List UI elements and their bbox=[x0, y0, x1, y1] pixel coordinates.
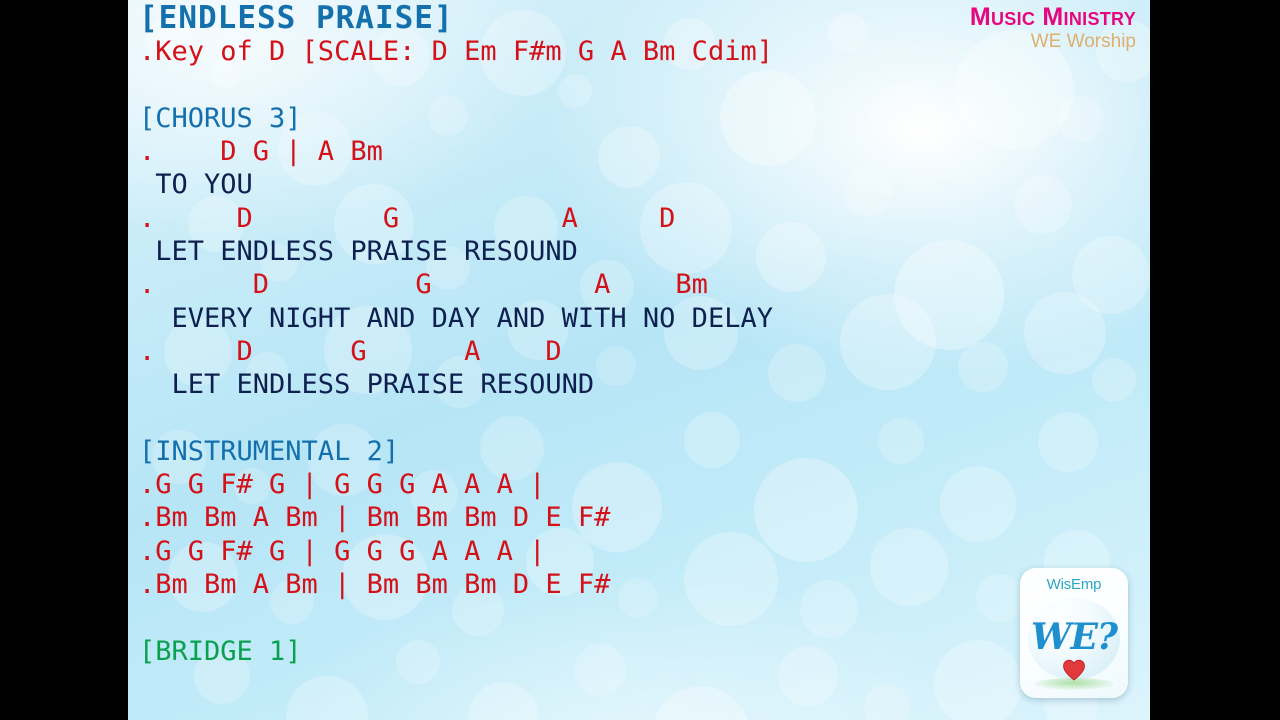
bokeh-circle bbox=[1038, 412, 1098, 472]
bokeh-circle bbox=[286, 676, 368, 720]
chord-line: .G G F# G | G G G A A A | bbox=[139, 535, 546, 567]
bokeh-circle bbox=[1092, 358, 1136, 402]
chord-line: .G G F# G | G G G A A A | bbox=[139, 469, 546, 501]
wisemp-logo: WisEmp WE? bbox=[1020, 568, 1128, 698]
chord-sheet: [ENDLESS PRAISE] .Key of D [SCALE: D Em F… bbox=[139, 0, 773, 668]
bokeh-circle bbox=[958, 342, 1008, 392]
bokeh-circle bbox=[940, 466, 1016, 542]
slide-canvas: Music Ministry WE Worship [ENDLESS PRAIS… bbox=[128, 0, 1150, 720]
bokeh-circle bbox=[800, 580, 858, 638]
bokeh-circle bbox=[1014, 176, 1072, 234]
bokeh-circle bbox=[468, 682, 538, 720]
bokeh-circle bbox=[1024, 292, 1106, 374]
bokeh-circle bbox=[652, 686, 750, 720]
logo-wordmark: WisEmp bbox=[1046, 576, 1102, 593]
chord-line: .Key of D [SCALE: D Em F#m G A Bm Cdim] bbox=[139, 36, 773, 68]
ministry-name: Music Ministry bbox=[969, 3, 1136, 31]
bokeh-circle bbox=[1072, 236, 1150, 314]
section-heading: [BRIDGE 1] bbox=[139, 635, 302, 667]
lyric-line: EVERY NIGHT AND DAY AND WITH NO DELAY bbox=[139, 302, 773, 334]
chord-line: . D G A Bm bbox=[139, 269, 708, 301]
chord-line: . D G A D bbox=[139, 202, 676, 234]
chord-line: . D G A D bbox=[139, 335, 562, 367]
section-heading: [INSTRUMENTAL 2] bbox=[139, 435, 400, 467]
bokeh-circle bbox=[870, 84, 938, 152]
lyric-line: LET ENDLESS PRAISE RESOUND bbox=[139, 369, 595, 401]
bokeh-circle bbox=[934, 640, 1022, 720]
bokeh-circle bbox=[778, 646, 838, 706]
bokeh-circle bbox=[870, 528, 948, 606]
bokeh-circle bbox=[768, 344, 826, 402]
worship-team-name: WE Worship bbox=[1030, 31, 1136, 53]
bokeh-circle bbox=[844, 168, 892, 216]
song-title: [ENDLESS PRAISE] bbox=[139, 0, 454, 36]
chord-line: .Bm Bm A Bm | Bm Bm Bm D E F# bbox=[139, 502, 611, 534]
slide-stage: Music Ministry WE Worship [ENDLESS PRAIS… bbox=[0, 0, 1280, 720]
letterbox-bar-right bbox=[1150, 0, 1280, 720]
chord-line: .Bm Bm A Bm | Bm Bm Bm D E F# bbox=[139, 569, 611, 601]
lyric-line: LET ENDLESS PRAISE RESOUND bbox=[139, 236, 578, 268]
logo-we-mark: WE? bbox=[1031, 616, 1118, 658]
bokeh-circle bbox=[976, 574, 1024, 622]
bokeh-circle bbox=[1058, 96, 1104, 142]
bokeh-circle bbox=[864, 684, 910, 720]
bokeh-circle bbox=[894, 240, 1004, 350]
lyric-line: TO YOU bbox=[139, 169, 253, 201]
bokeh-circle bbox=[828, 12, 868, 52]
section-heading: [CHORUS 3] bbox=[139, 102, 302, 134]
bokeh-circle bbox=[840, 294, 936, 390]
branding-block: Music Ministry WE Worship bbox=[970, 4, 1136, 52]
letterbox-bar-left bbox=[0, 0, 128, 720]
heart-icon bbox=[1063, 659, 1085, 681]
bokeh-circle bbox=[878, 418, 924, 464]
chord-line: . D G | A Bm bbox=[139, 136, 383, 168]
